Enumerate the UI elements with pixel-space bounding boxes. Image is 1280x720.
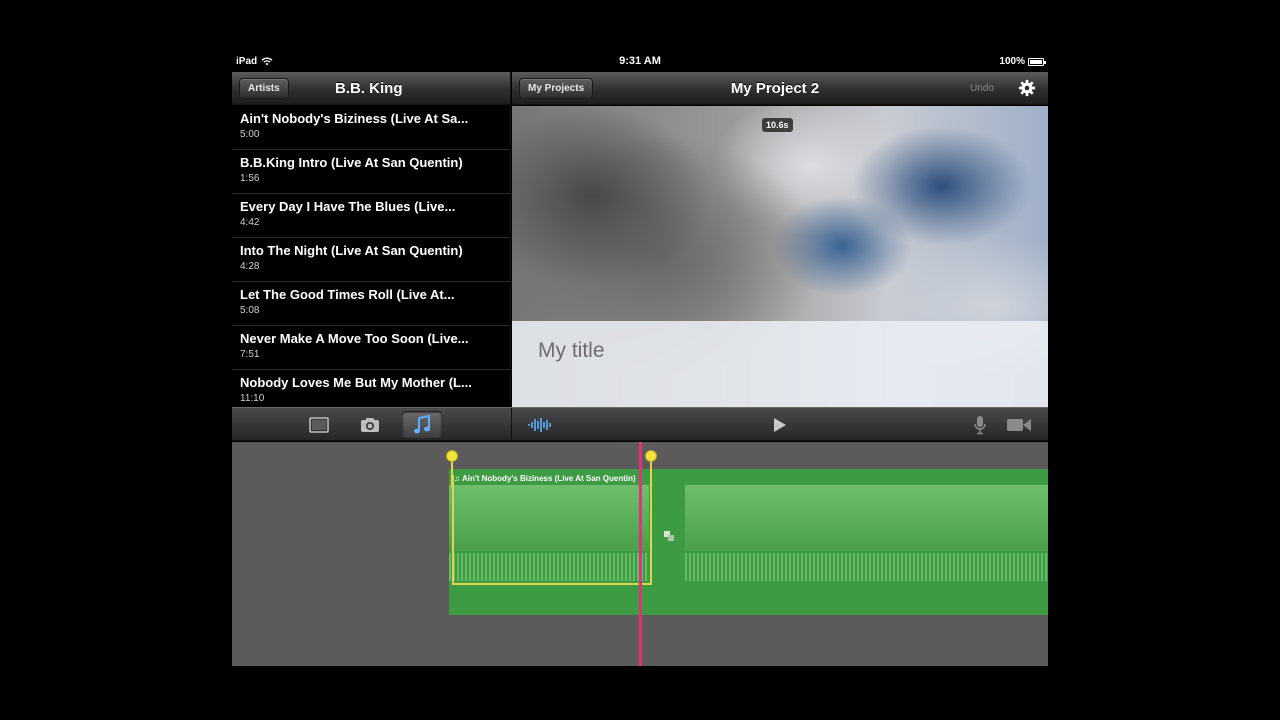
audio-waveform [685,553,1048,581]
song-item[interactable]: B.B.King Intro (Live At San Quentin) 1:5… [232,150,510,194]
transition-icon[interactable] [663,530,675,542]
clip-label-text: Ain't Nobody's Biziness (Live At San Que… [461,474,636,483]
song-title: Nobody Loves Me But My Mother (L... [240,375,472,390]
trim-stem-right [650,461,652,487]
artist-title: B.B. King [335,80,403,97]
video-clip-thumbnails[interactable] [685,485,1048,551]
artists-back-button[interactable]: Artists [239,78,289,99]
video-frame-icon [309,416,329,433]
battery-indicator: 100% [999,56,1046,67]
song-item[interactable]: Nobody Loves Me But My Mother (L... 11:1… [232,370,510,407]
media-toolbar [232,407,1048,441]
title-overlay[interactable]: My title [512,321,1048,407]
song-title: Every Day I Have The Blues (Live... [240,199,456,214]
play-icon [774,417,786,432]
song-title: Into The Night (Live At San Quentin) [240,243,463,258]
song-duration: 5:00 [240,129,260,140]
title-text: My title [538,339,605,362]
song-item[interactable]: Ain't Nobody's Biziness (Live At Sa... 5… [232,106,510,150]
clip-label: ♫ Ain't Nobody's Biziness (Live At San Q… [454,474,636,483]
song-duration: 4:42 [240,217,260,228]
battery-icon [1028,57,1046,66]
clock: 9:31 AM [619,55,661,67]
battery-percent: 100% [999,56,1025,67]
video-browser-button[interactable] [299,411,339,438]
selected-audio-clip[interactable] [452,475,652,585]
song-list: Ain't Nobody's Biziness (Live At Sa... 5… [232,106,511,407]
song-title: Let The Good Times Roll (Live At... [240,287,455,302]
song-duration: 4:28 [240,261,260,272]
gear-icon[interactable] [1018,79,1036,97]
song-item[interactable]: Every Day I Have The Blues (Live... 4:42 [232,194,510,238]
video-viewer[interactable]: 10.6s My title [512,106,1048,407]
record-audio-button[interactable] [960,411,1000,438]
photo-browser-button[interactable] [350,411,390,438]
play-button[interactable] [759,411,799,438]
project-title: My Project 2 [730,80,820,97]
song-duration: 11:10 [240,393,265,404]
song-title: Ain't Nobody's Biziness (Live At Sa... [240,111,469,126]
music-nav-bar: Artists B.B. King [232,72,511,105]
audio-waveform-button[interactable] [520,411,560,438]
trim-handle-right[interactable] [645,450,657,462]
playhead[interactable] [639,442,642,666]
microphone-icon [974,415,986,434]
video-camera-icon [1007,418,1031,431]
status-bar: iPad 9:31 AM 100% [232,52,1048,72]
clip-duration-badge: 10.6s [762,118,793,132]
song-item[interactable]: Into The Night (Live At San Quentin) 4:2… [232,238,510,282]
camera-icon [361,417,379,432]
song-item[interactable]: Let The Good Times Roll (Live At... 5:08 [232,282,510,326]
trim-handle-left[interactable] [446,450,458,462]
song-title: Never Make A Move Too Soon (Live... [240,331,469,346]
song-duration: 7:51 [240,349,260,360]
song-duration: 1:56 [240,173,260,184]
undo-button[interactable]: Undo [970,83,994,94]
waveform-icon [528,417,551,432]
project-timeline[interactable]: ♫ Ain't Nobody's Biziness (Live At San Q… [232,442,1048,666]
song-duration: 5:08 [240,305,260,316]
audio-browser-button[interactable] [402,411,442,438]
song-title: B.B.King Intro (Live At San Quentin) [240,155,463,170]
camera-record-button[interactable] [999,411,1039,438]
song-item[interactable]: Never Make A Move Too Soon (Live... 7:51 [232,326,510,370]
music-note-icon [414,414,430,433]
project-nav-bar: My Projects My Project 2 Undo [512,72,1048,105]
ipad-screen: iPad 9:31 AM 100% Artists B.B. King My P… [232,52,1048,666]
trim-stem-left [451,461,453,487]
